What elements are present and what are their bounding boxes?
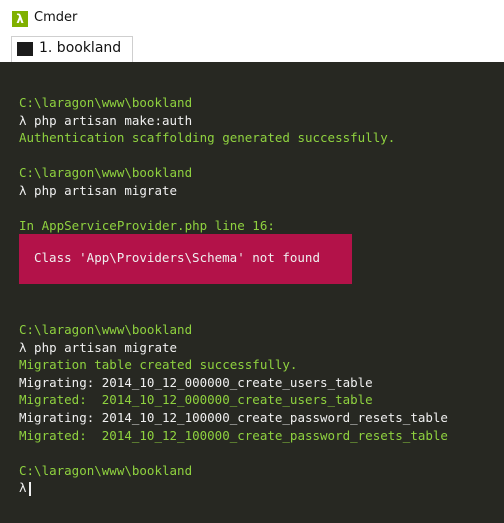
- terminal-line: Migration table created successfully.: [19, 357, 298, 373]
- terminal-line: Authentication scaffolding generated suc…: [19, 130, 396, 146]
- terminal-lines-after: C:\laragon\www\bookland λ php artisan mi…: [19, 321, 504, 497]
- error-box: Class 'App\Providers\Schema' not found: [19, 234, 352, 284]
- console-icon: [17, 42, 33, 56]
- terminal-line: Migrated: 2014_10_12_100000_create_passw…: [19, 427, 448, 443]
- terminal-line: C:\laragon\www\bookland: [19, 462, 193, 478]
- prompt-symbol: λ: [19, 480, 27, 496]
- cmder-lambda-icon: λ: [12, 11, 28, 27]
- terminal-line: λ php artisan migrate: [19, 182, 178, 198]
- title-bar: λ Cmder: [0, 0, 504, 36]
- terminal-line: C:\laragon\www\bookland: [19, 165, 193, 181]
- text-cursor: [28, 481, 31, 496]
- prompt-line[interactable]: λ: [19, 479, 504, 497]
- tab-bar: 1. bookland: [0, 36, 504, 63]
- terminal-output[interactable]: C:\laragon\www\bookland λ php artisan ma…: [0, 62, 504, 523]
- tab-bookland[interactable]: 1. bookland: [11, 36, 133, 63]
- tab-label: 1. bookland: [39, 40, 122, 56]
- terminal-line: λ php artisan migrate: [19, 339, 178, 355]
- terminal-line: Migrating: 2014_10_12_000000_create_user…: [19, 374, 373, 390]
- terminal-line: Migrated: 2014_10_12_000000_create_users…: [19, 392, 373, 408]
- error-message: Class 'App\Providers\Schema' not found: [34, 250, 320, 265]
- terminal-line: C:\laragon\www\bookland: [19, 95, 193, 110]
- terminal-line: In AppServiceProvider.php line 16:: [19, 218, 275, 234]
- terminal-line: Migrating: 2014_10_12_100000_create_pass…: [19, 409, 448, 425]
- terminal-line: C:\laragon\www\bookland: [19, 322, 193, 337]
- window-title: Cmder: [34, 10, 78, 25]
- terminal-lines: C:\laragon\www\bookland λ php artisan ma…: [19, 94, 504, 235]
- terminal-line: λ php artisan make:auth: [19, 112, 193, 128]
